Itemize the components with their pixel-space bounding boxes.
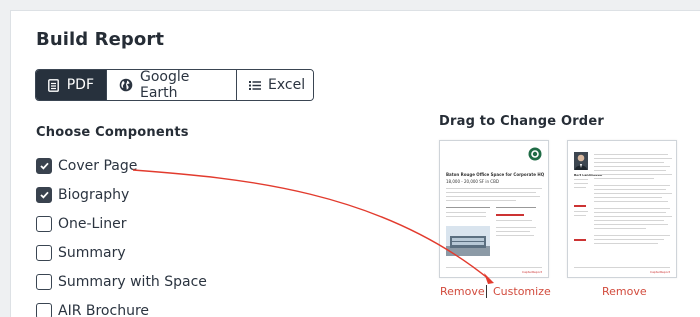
customize-cover-link[interactable]: Customize (493, 285, 551, 298)
cover-brand: CapterReport (522, 270, 543, 274)
bio-brand: CapterReport (650, 270, 671, 274)
document-icon (48, 78, 60, 92)
component-label: Biography (58, 187, 130, 203)
tab-google-earth[interactable]: Google Earth (106, 70, 236, 100)
component-air-brochure[interactable]: AIR Brochure (36, 303, 149, 317)
cover-subtitle: 18,000 - 20,000 SF in CBD (446, 179, 499, 184)
choose-components-heading: Choose Components (36, 125, 189, 140)
cover-title: Baton Rouge Office Space for Corporate H… (446, 172, 545, 177)
building-photo (446, 226, 490, 256)
remove-cover-link[interactable]: Remove (440, 285, 485, 298)
checkbox-unchecked[interactable] (36, 274, 52, 290)
tab-excel-label: Excel (268, 77, 306, 93)
component-summary[interactable]: Summary (36, 245, 126, 261)
check-icon (39, 191, 49, 199)
checkbox-unchecked[interactable] (36, 303, 52, 317)
check-icon (39, 162, 49, 170)
tab-pdf[interactable]: PDF (36, 70, 106, 100)
list-icon (249, 78, 261, 92)
component-summary-with-space[interactable]: Summary with Space (36, 274, 207, 290)
remove-biography-link[interactable]: Remove (602, 285, 647, 298)
tab-pdf-label: PDF (66, 77, 94, 93)
brand-logo-icon (528, 147, 542, 161)
checkbox-checked[interactable] (36, 187, 52, 203)
link-separator (486, 285, 487, 298)
component-cover-page[interactable]: Cover Page (36, 158, 137, 174)
page-title: Build Report (36, 29, 165, 50)
globe-icon (119, 78, 133, 92)
checkbox-unchecked[interactable] (36, 216, 52, 232)
checkbox-checked[interactable] (36, 158, 52, 174)
portrait-photo (574, 152, 588, 170)
component-label: Summary with Space (58, 274, 207, 290)
component-label: Cover Page (58, 158, 138, 174)
tab-excel[interactable]: Excel (236, 70, 313, 100)
cover-page-thumbnail[interactable]: Baton Rouge Office Space for Corporate H… (439, 140, 549, 278)
drag-order-heading: Drag to Change Order (439, 114, 604, 129)
biography-thumbnail[interactable]: Bert Landmesser CapterReport (567, 140, 677, 278)
component-biography[interactable]: Biography (36, 187, 129, 203)
component-label: One-Liner (58, 216, 127, 232)
checkbox-unchecked[interactable] (36, 245, 52, 261)
component-label: Summary (58, 245, 126, 261)
tab-google-earth-label: Google Earth (140, 69, 190, 101)
component-one-liner[interactable]: One-Liner (36, 216, 127, 232)
format-tabs: PDF Google Earth Excel (35, 69, 314, 101)
component-label: AIR Brochure (58, 303, 150, 317)
